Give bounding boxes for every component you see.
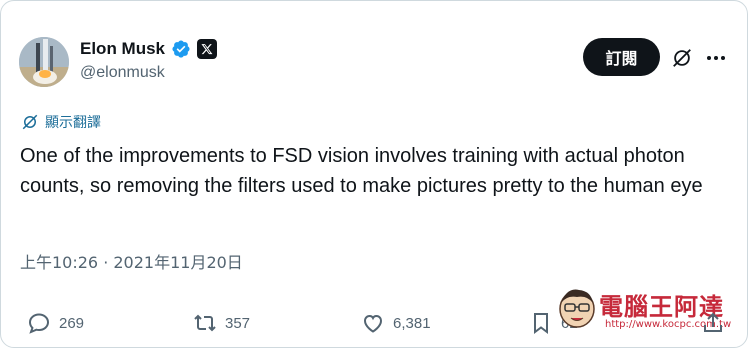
more-options-icon[interactable] bbox=[705, 49, 727, 67]
translate-label: 顯示翻譯 bbox=[45, 115, 101, 131]
watermark-mascot-icon bbox=[557, 285, 597, 329]
author-name[interactable]: Elon Musk bbox=[80, 39, 165, 59]
reply-icon bbox=[28, 313, 50, 334]
heart-icon bbox=[363, 314, 383, 333]
like-button[interactable]: 6,381 bbox=[361, 311, 431, 335]
bookmark-icon bbox=[534, 313, 548, 334]
repost-count: 357 bbox=[225, 314, 251, 332]
author-handle[interactable]: @elonmusk bbox=[80, 64, 165, 82]
share-button[interactable] bbox=[701, 311, 725, 335]
like-count: 6,381 bbox=[393, 314, 431, 332]
tweet-text: One of the improvements to FSD vision in… bbox=[20, 145, 703, 197]
repost-button[interactable]: 357 bbox=[193, 311, 250, 335]
share-icon bbox=[704, 312, 722, 332]
x-affiliate-icon[interactable] bbox=[197, 39, 218, 59]
reply-count: 269 bbox=[59, 314, 85, 332]
author-row: Elon Musk bbox=[80, 39, 218, 59]
subscribe-button[interactable]: 訂閱 bbox=[583, 38, 660, 76]
translate-link[interactable]: 顯示翻譯 bbox=[21, 112, 101, 132]
tweet-timestamp[interactable]: 上午10:26 · 2021年11月20日 bbox=[20, 249, 243, 273]
verified-badge-icon bbox=[171, 39, 191, 59]
avatar[interactable] bbox=[19, 37, 69, 87]
reply-button[interactable]: 269 bbox=[27, 311, 84, 335]
translate-icon bbox=[22, 114, 38, 130]
grok-icon[interactable] bbox=[671, 47, 693, 69]
repost-icon bbox=[194, 314, 216, 332]
tweet-card: Elon Musk @elonmusk 訂閱 顯示翻譯 One of the i… bbox=[0, 0, 748, 348]
